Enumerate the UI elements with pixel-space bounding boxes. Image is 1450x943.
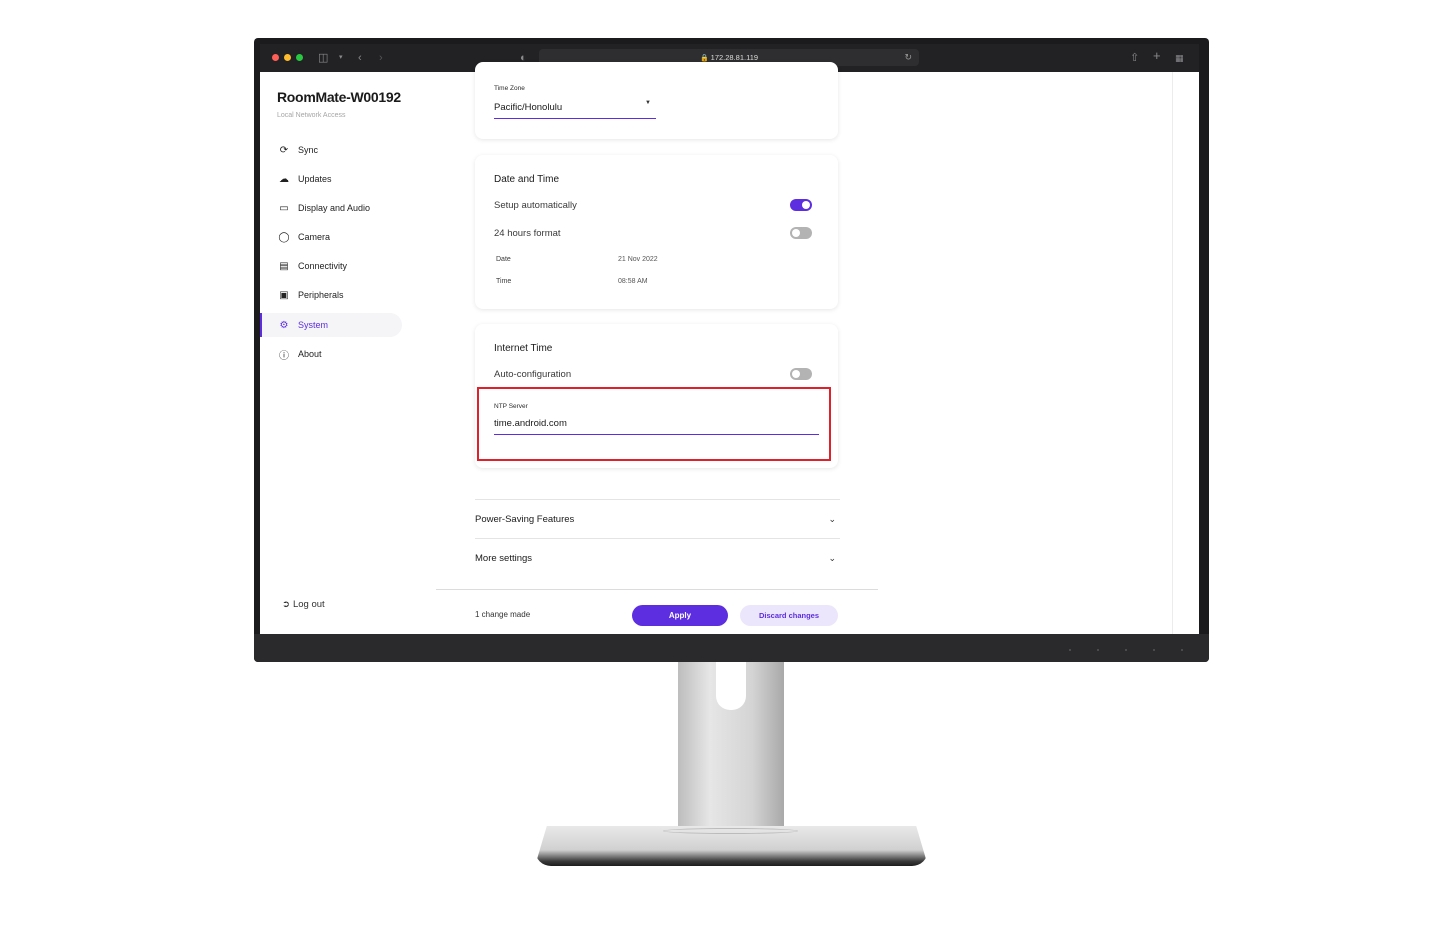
sidebar-item-updates[interactable]: ☁ Updates	[260, 167, 402, 191]
sidebar-item-sync[interactable]: ⟳ Sync	[260, 138, 402, 162]
sidebar-item-label: Sync	[298, 145, 319, 155]
camera-icon: ◯	[278, 231, 290, 243]
auto-config-label: Auto-configuration	[494, 369, 572, 380]
setup-auto-label: Setup automatically	[494, 200, 577, 211]
logout-label: Log out	[292, 599, 325, 610]
url-text: 172.28.81.119	[710, 53, 759, 62]
monitor-icon: ▭	[279, 202, 289, 214]
accordion-label: More settings	[475, 552, 533, 564]
gear-icon: ⚙	[279, 319, 289, 331]
monitor-stand	[678, 662, 784, 830]
sidebar-item-label: About	[298, 349, 322, 359]
format-24h-label: 24 hours format	[494, 228, 561, 239]
more-settings-accordion[interactable]: More settings ⌄	[475, 538, 840, 577]
reload-icon[interactable]: ↻	[904, 49, 912, 66]
timezone-card: Time Zone Pacific/Honolulu ▼	[475, 62, 838, 139]
format-24h-toggle[interactable]	[790, 227, 812, 239]
tab-overview-icon[interactable]: ▦	[1175, 50, 1184, 66]
sidebar-toggle-icon[interactable]: ◫	[318, 50, 328, 66]
logout-icon: ➲	[282, 599, 290, 610]
date-time-card: Date and Time Setup automatically 24 hou…	[475, 155, 838, 309]
sidebar-item-label: Connectivity	[298, 261, 348, 271]
internet-time-title: Internet Time	[494, 343, 553, 354]
cloud-download-icon: ☁	[279, 173, 289, 185]
forward-icon[interactable]: ›	[379, 50, 383, 66]
sync-icon: ⟳	[279, 144, 289, 156]
accordion-label: Power-Saving Features	[475, 513, 575, 525]
time-label: Time	[496, 278, 512, 285]
zoom-window-button[interactable]	[296, 54, 303, 61]
auto-config-toggle[interactable]	[790, 368, 812, 380]
monitor-base	[535, 826, 928, 866]
setup-auto-toggle[interactable]	[790, 199, 812, 211]
highlight-annotation	[477, 387, 831, 461]
network-icon: ▤	[279, 260, 289, 272]
info-icon: ⓘ	[279, 350, 289, 362]
sidebar-item-system[interactable]: ⚙ System	[260, 313, 402, 337]
sidebar-item-label: Updates	[298, 174, 332, 184]
monitor-buttons	[1069, 649, 1183, 651]
main-content: Time Zone Pacific/Honolulu ▼ Date and Ti…	[436, 62, 1172, 634]
app-subtitle: Local Network Access	[277, 112, 346, 119]
sidebar-item-about[interactable]: ⓘ About	[260, 342, 402, 366]
app-title: RoomMate-W00192	[277, 89, 401, 105]
timezone-underline	[494, 118, 656, 119]
chevron-down-icon: ⌄	[828, 552, 836, 563]
date-label: Date	[496, 256, 511, 263]
close-window-button[interactable]	[272, 54, 279, 61]
sidebar-item-connectivity[interactable]: ▤ Connectivity	[260, 254, 402, 278]
discard-changes-button[interactable]: Discard changes	[740, 605, 838, 626]
sidebar-item-camera[interactable]: ◯ Camera	[260, 225, 402, 249]
sidebar-item-label: System	[298, 320, 329, 330]
timezone-label: Time Zone	[494, 85, 525, 92]
back-icon[interactable]: ‹	[358, 50, 362, 66]
lock-icon: 🔒	[699, 55, 709, 62]
chevron-down-icon[interactable]: ▾	[339, 50, 343, 66]
date-value[interactable]: 21 Nov 2022	[618, 256, 658, 263]
footer-divider	[436, 589, 878, 590]
change-count: 1 change made	[475, 610, 531, 619]
monitor-chin	[254, 634, 1209, 662]
peripherals-icon: ▣	[279, 289, 289, 301]
share-icon[interactable]: ⇧	[1130, 50, 1139, 66]
logout-button[interactable]: ➲ Log out	[282, 599, 325, 610]
apply-button[interactable]: Apply	[632, 605, 728, 626]
date-time-title: Date and Time	[494, 174, 560, 185]
sidebar-item-label: Peripherals	[298, 290, 344, 300]
timezone-select[interactable]: Pacific/Honolulu	[494, 102, 562, 113]
time-value[interactable]: 08:58 AM	[618, 278, 648, 285]
sidebar: RoomMate-W00192 Local Network Access ⟳ S…	[260, 72, 436, 634]
browser-window: ◫ ▾ ‹ › ◐ 🔒 172.28.81.119 ↻ ⇧ + ▦ RoomMat…	[260, 44, 1199, 634]
chevron-down-icon[interactable]: ▼	[645, 100, 651, 106]
power-saving-accordion[interactable]: Power-Saving Features ⌄	[475, 499, 840, 538]
sidebar-item-label: Camera	[298, 232, 331, 242]
chevron-down-icon: ⌄	[828, 513, 836, 524]
new-tab-icon[interactable]: +	[1153, 48, 1161, 64]
sidebar-item-peripherals[interactable]: ▣ Peripherals	[260, 283, 402, 307]
minimize-window-button[interactable]	[284, 54, 291, 61]
scrollbar-track[interactable]	[1172, 72, 1173, 634]
sidebar-item-display-audio[interactable]: ▭ Display and Audio	[260, 196, 402, 220]
sidebar-item-label: Display and Audio	[298, 203, 371, 213]
